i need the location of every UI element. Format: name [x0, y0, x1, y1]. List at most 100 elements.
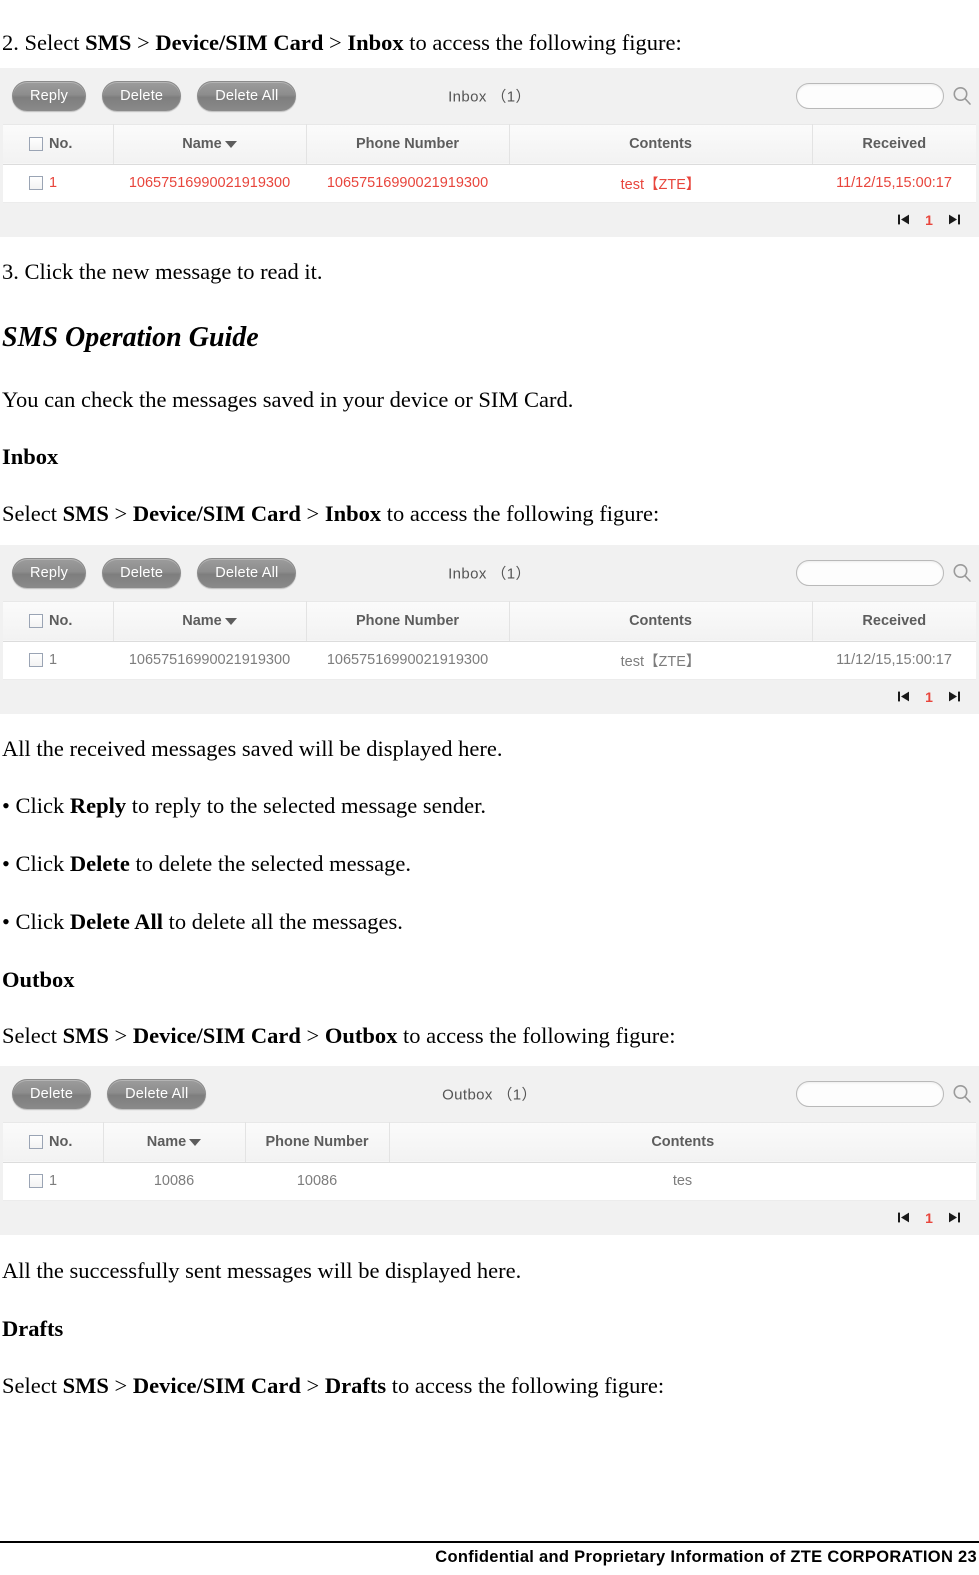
- search-input[interactable]: [796, 1080, 944, 1107]
- column-header-no[interactable]: No.: [3, 123, 114, 165]
- footer-divider: [0, 1541, 979, 1543]
- cell-received: 11/12/15,15:00:17: [812, 641, 976, 680]
- search-input[interactable]: [796, 559, 944, 586]
- sort-descending-icon[interactable]: [224, 617, 237, 625]
- figure-inbox-2: Reply Delete Delete All Inbox （1） No. Na…: [0, 544, 979, 714]
- cell-no-label: 1: [49, 175, 58, 192]
- reply-button[interactable]: Reply: [12, 557, 87, 588]
- select-drafts-sep2: >: [300, 1372, 325, 1398]
- cell-name: 10086: [103, 1162, 245, 1201]
- column-header-no[interactable]: No.: [3, 1121, 104, 1163]
- bullet-delete-all: • Click Delete All to delete all the mes…: [0, 909, 979, 935]
- figure1-toolbar: Reply Delete Delete All Inbox （1）: [0, 68, 979, 124]
- current-page-number[interactable]: 1: [924, 1210, 934, 1226]
- select-inbox-suffix: to access the following figure:: [381, 500, 660, 526]
- column-header-received[interactable]: Received: [812, 123, 976, 165]
- column-header-contents[interactable]: Contents: [509, 600, 813, 642]
- cell-no: 1: [3, 164, 113, 203]
- delete-button[interactable]: Delete: [102, 80, 182, 111]
- bullet-delete-all-bold: Delete All: [69, 909, 163, 935]
- sort-descending-icon[interactable]: [224, 140, 237, 148]
- column-header-name[interactable]: Name: [103, 1121, 246, 1163]
- figure2-toolbar: Reply Delete Delete All Inbox （1）: [0, 545, 979, 601]
- column-header-name-label: Name: [182, 613, 222, 629]
- bullet-delete-prefix: • Click: [2, 851, 70, 877]
- delete-all-button[interactable]: Delete All: [197, 557, 297, 588]
- select-inbox-sep1: >: [108, 500, 133, 526]
- select-all-checkbox[interactable]: [29, 614, 43, 628]
- bullet-delete-all-prefix: • Click: [2, 909, 70, 935]
- last-page-icon[interactable]: [948, 213, 961, 226]
- step2-bold-sms: SMS: [85, 30, 132, 55]
- table-row[interactable]: 1 10657516990021919300 10657516990021919…: [3, 164, 976, 203]
- footer-text: Confidential and Proprietary Information…: [435, 1548, 977, 1566]
- section-heading-sms-operation-guide: SMS Operation Guide: [2, 321, 259, 353]
- column-header-no[interactable]: No.: [3, 600, 114, 642]
- select-all-checkbox[interactable]: [29, 137, 43, 152]
- cell-phone: 10657516990021919300: [306, 641, 509, 680]
- select-drafts-prefix: Select: [2, 1372, 63, 1398]
- column-header-contents[interactable]: Contents: [389, 1121, 976, 1163]
- current-page-number[interactable]: 1: [924, 689, 934, 705]
- column-header-contents-label: Contents: [651, 1134, 715, 1151]
- search-icon[interactable]: [949, 1081, 975, 1107]
- column-header-phone[interactable]: Phone Number: [306, 123, 510, 165]
- search-icon[interactable]: [949, 83, 975, 109]
- column-header-phone[interactable]: Phone Number: [245, 1121, 390, 1163]
- column-header-contents-label: Contents: [629, 613, 692, 629]
- sort-descending-icon[interactable]: [189, 1138, 202, 1146]
- delete-button[interactable]: Delete: [12, 1078, 92, 1109]
- table-row[interactable]: 1 10086 10086 tes: [3, 1162, 976, 1201]
- paragraph-step-2: 2. Select SMS > Device/SIM Card > Inbox …: [0, 30, 979, 56]
- first-page-icon[interactable]: [897, 690, 910, 703]
- column-header-received[interactable]: Received: [812, 600, 976, 642]
- last-page-icon[interactable]: [948, 1211, 961, 1224]
- current-page-number[interactable]: 1: [924, 212, 934, 228]
- select-inbox-bold-inbox: Inbox: [324, 500, 382, 526]
- delete-all-button[interactable]: Delete All: [107, 1078, 207, 1109]
- search-input[interactable]: [796, 82, 944, 109]
- figure2-search: [796, 559, 975, 586]
- bullet-delete-suffix: to delete the selected message.: [129, 851, 411, 877]
- select-all-checkbox[interactable]: [29, 1135, 43, 1150]
- column-header-received-label: Received: [862, 136, 927, 153]
- bullet-reply-suffix: to reply to the selected message sender.: [126, 793, 487, 819]
- figure2-pagination: 1: [0, 679, 979, 714]
- paragraph-select-outbox: Select SMS > Device/SIM Card > Outbox to…: [0, 1023, 979, 1049]
- bullet-delete: • Click Delete to delete the selected me…: [0, 851, 979, 877]
- delete-button[interactable]: Delete: [102, 557, 182, 588]
- table-header-row: No. Name Phone Number Contents: [3, 1121, 976, 1163]
- select-outbox-bold-sms: SMS: [62, 1023, 109, 1048]
- figure2-table: No. Name Phone Number Contents Received: [3, 600, 976, 680]
- cell-no-label: 1: [49, 652, 58, 668]
- column-header-contents[interactable]: Contents: [509, 123, 813, 165]
- select-inbox-bold-device: Device/SIM Card: [132, 500, 301, 526]
- row-checkbox[interactable]: [29, 1174, 43, 1189]
- column-header-no-label: No.: [49, 1134, 73, 1151]
- delete-all-button[interactable]: Delete All: [197, 80, 297, 111]
- figure1-table: No. Name Phone Number Contents Received: [3, 123, 976, 203]
- first-page-icon[interactable]: [897, 1211, 910, 1224]
- cell-no: 1: [3, 641, 113, 680]
- cell-name: 10657516990021919300: [113, 641, 306, 680]
- select-outbox-suffix: to access the following figure:: [397, 1023, 676, 1048]
- row-checkbox[interactable]: [29, 653, 43, 667]
- reply-button[interactable]: Reply: [12, 80, 87, 111]
- figure3-table: No. Name Phone Number Contents 1 10086 1…: [3, 1121, 976, 1201]
- first-page-icon[interactable]: [897, 213, 910, 226]
- last-page-icon[interactable]: [948, 690, 961, 703]
- subheading-outbox: Outbox: [2, 967, 75, 992]
- column-header-phone-label: Phone Number: [355, 136, 460, 153]
- column-header-no-label: No.: [49, 136, 73, 153]
- select-drafts-bold-sms: SMS: [62, 1372, 109, 1398]
- paragraph-sent-note: All the successfully sent messages will …: [2, 1257, 522, 1283]
- select-outbox-sep2: >: [300, 1023, 325, 1048]
- table-row[interactable]: 1 10657516990021919300 10657516990021919…: [3, 641, 976, 680]
- paragraph-select-inbox: Select SMS > Device/SIM Card > Inbox to …: [0, 501, 979, 527]
- column-header-name[interactable]: Name: [113, 123, 307, 165]
- column-header-name[interactable]: Name: [113, 600, 307, 642]
- search-icon[interactable]: [949, 560, 975, 586]
- column-header-phone[interactable]: Phone Number: [306, 600, 510, 642]
- row-checkbox[interactable]: [29, 176, 43, 191]
- cell-contents: test【ZTE】: [509, 641, 812, 680]
